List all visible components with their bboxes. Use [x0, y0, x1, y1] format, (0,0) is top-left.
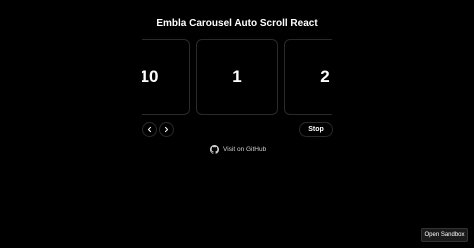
- chevron-left-icon: [147, 126, 152, 133]
- carousel-slide: 1: [196, 39, 278, 115]
- chevron-right-icon: [164, 126, 169, 133]
- stop-button[interactable]: Stop: [299, 122, 333, 137]
- prev-button[interactable]: [142, 122, 157, 137]
- carousel-slide: 2: [284, 39, 332, 115]
- page-title: Embla Carousel Auto Scroll React: [156, 18, 318, 29]
- open-sandbox-button[interactable]: Open Sandbox: [421, 228, 468, 242]
- carousel-slide: 10: [142, 39, 190, 115]
- github-icon: [210, 144, 219, 154]
- github-link-label: Visit on GitHub: [223, 145, 267, 153]
- next-button[interactable]: [159, 122, 174, 137]
- carousel-viewport[interactable]: 10 1 2: [142, 39, 332, 115]
- github-link[interactable]: Visit on GitHub: [210, 143, 266, 155]
